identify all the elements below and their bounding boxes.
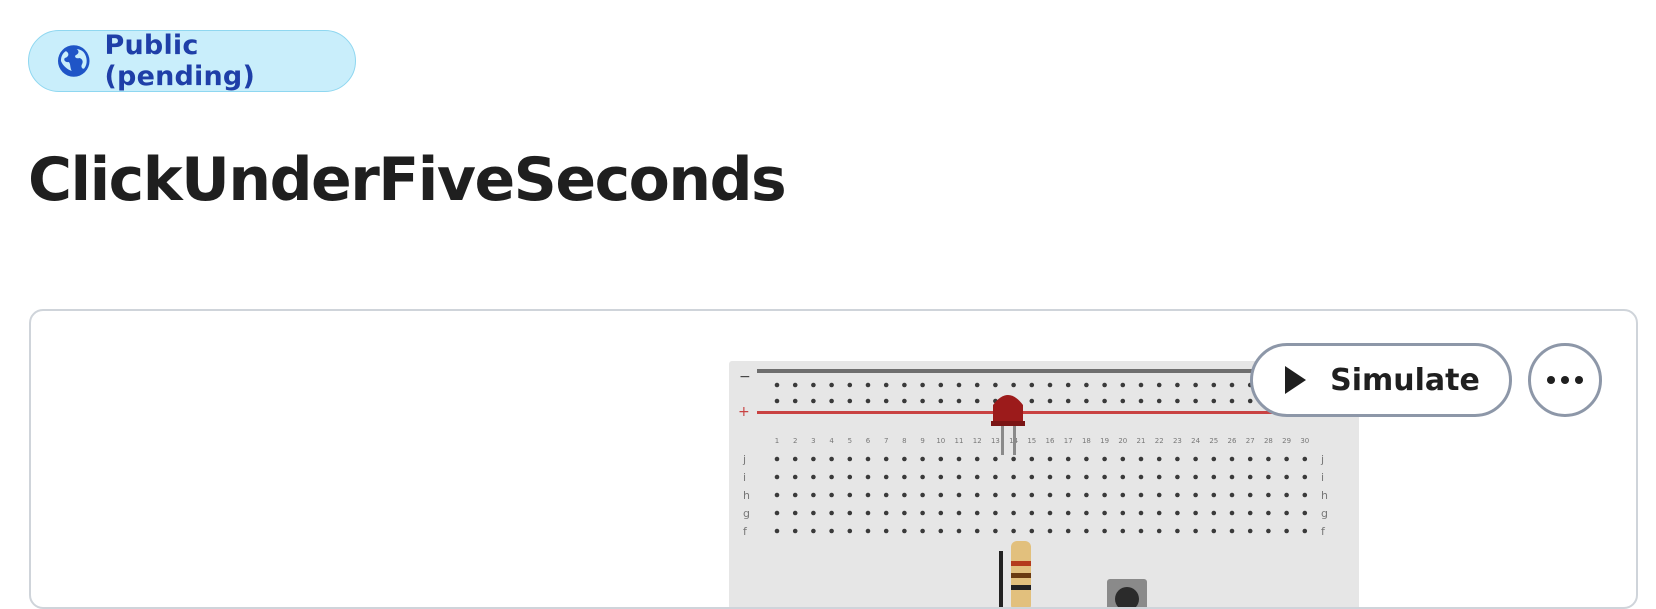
column-number: 28 xyxy=(1264,437,1273,445)
row-letter: j xyxy=(1320,453,1324,466)
row-letter: g xyxy=(743,507,750,520)
column-number: 1 xyxy=(775,437,779,445)
column-number: 11 xyxy=(955,437,964,445)
simulate-button-label: Simulate xyxy=(1330,362,1480,398)
column-number: 5 xyxy=(848,437,852,445)
row-letter: h xyxy=(1321,489,1328,502)
column-number: 30 xyxy=(1300,437,1309,445)
badge-label: Public (pending) xyxy=(104,30,255,92)
column-number: 16 xyxy=(1046,437,1055,445)
column-number: 23 xyxy=(1173,437,1182,445)
simulate-button[interactable]: Simulate xyxy=(1250,343,1512,417)
column-number: 3 xyxy=(811,437,815,445)
column-number: 10 xyxy=(936,437,945,445)
row-letter: i xyxy=(743,471,746,484)
rail-minus-label: − xyxy=(739,369,751,385)
column-number: 17 xyxy=(1064,437,1073,445)
column-number: 26 xyxy=(1228,437,1237,445)
rail-plus-label: + xyxy=(738,404,750,420)
column-number: 4 xyxy=(829,437,834,445)
play-icon xyxy=(1285,366,1307,394)
more-options-button[interactable] xyxy=(1528,343,1602,417)
column-number: 13 xyxy=(991,437,1000,445)
column-number: 2 xyxy=(793,437,797,445)
row-letter: h xyxy=(743,489,750,502)
column-number: 6 xyxy=(866,437,871,445)
column-number: 19 xyxy=(1100,437,1109,445)
page-title: ClickUnderFiveSeconds xyxy=(28,145,787,215)
jumper-wire xyxy=(999,551,1003,607)
row-letter: j xyxy=(742,453,746,466)
column-number: 21 xyxy=(1137,437,1146,445)
globe-icon xyxy=(57,45,90,77)
column-number: 24 xyxy=(1191,437,1200,445)
resistor xyxy=(1011,541,1031,607)
more-horizontal-icon xyxy=(1547,376,1583,384)
column-number: 25 xyxy=(1209,437,1218,445)
column-number: 22 xyxy=(1155,437,1164,445)
pushbutton xyxy=(1107,579,1147,607)
column-number: 18 xyxy=(1082,437,1091,445)
column-number: 29 xyxy=(1282,437,1291,445)
row-letter: g xyxy=(1321,507,1328,520)
column-number: 15 xyxy=(1027,437,1036,445)
column-number: 27 xyxy=(1246,437,1255,445)
row-letter: i xyxy=(1321,471,1324,484)
visibility-badge: Public (pending) xyxy=(28,30,356,92)
column-number: 7 xyxy=(884,437,888,445)
column-number: 8 xyxy=(902,437,906,445)
column-number: 9 xyxy=(920,437,924,445)
column-number: 12 xyxy=(973,437,982,445)
column-number: 20 xyxy=(1118,437,1127,445)
